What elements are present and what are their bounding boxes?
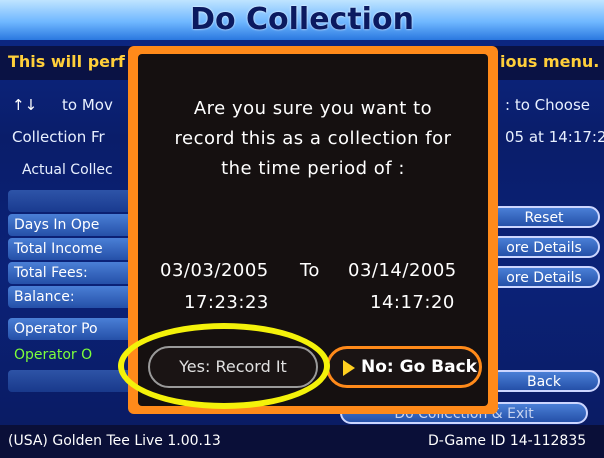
no-go-back-label: No: Go Back [361, 357, 477, 377]
date-to: 03/14/2005 [348, 260, 457, 281]
selection-arrow-icon [343, 360, 355, 376]
confirm-message: Are you sure you want to record this as … [174, 98, 452, 179]
total-income-row: Total Income [8, 238, 148, 260]
page-title: Do Collection [0, 0, 604, 40]
reset-button[interactable]: Reset [488, 206, 600, 228]
instruction-text-right: ious menu. [500, 52, 600, 71]
nav-hint-choose: : to Choose [505, 96, 591, 114]
total-fees-row: Total Fees: [8, 262, 148, 284]
blank-row [8, 190, 148, 212]
collection-from-time: 05 at 14:17:2 [505, 128, 604, 146]
date-from: 03/03/2005 [160, 260, 269, 281]
highlight-ellipse [118, 323, 330, 409]
do-collection-screen: Do Collection This will perf ious menu. … [0, 0, 604, 458]
back-button[interactable]: Back [488, 370, 600, 392]
operator-portion-row: Operator Po [8, 318, 148, 340]
to-label: To [300, 260, 320, 281]
arrows-icon: ↑↓ [12, 96, 38, 114]
actual-collected-label: Actual Collec [22, 162, 113, 178]
days-in-operation-row: Days In Ope [8, 214, 148, 236]
collection-from-label: Collection Fr [12, 128, 105, 146]
time-from: 17:23:23 [184, 292, 269, 313]
version-label: (USA) Golden Tee Live 1.00.13 [8, 433, 221, 449]
status-bar: (USA) Golden Tee Live 1.00.13 D-Game ID … [0, 425, 604, 458]
time-to: 14:17:20 [370, 292, 455, 313]
game-id-label: D-Game ID 14-112835 [428, 433, 587, 449]
instruction-text-left: This will perf [8, 52, 125, 71]
more-details-button-2[interactable]: ore Details [488, 266, 600, 288]
more-details-button-1[interactable]: ore Details [488, 236, 600, 258]
no-go-back-button[interactable]: No: Go Back [326, 346, 482, 388]
nav-hint-move: to Mov [62, 96, 113, 114]
balance-row: Balance: [8, 286, 148, 308]
